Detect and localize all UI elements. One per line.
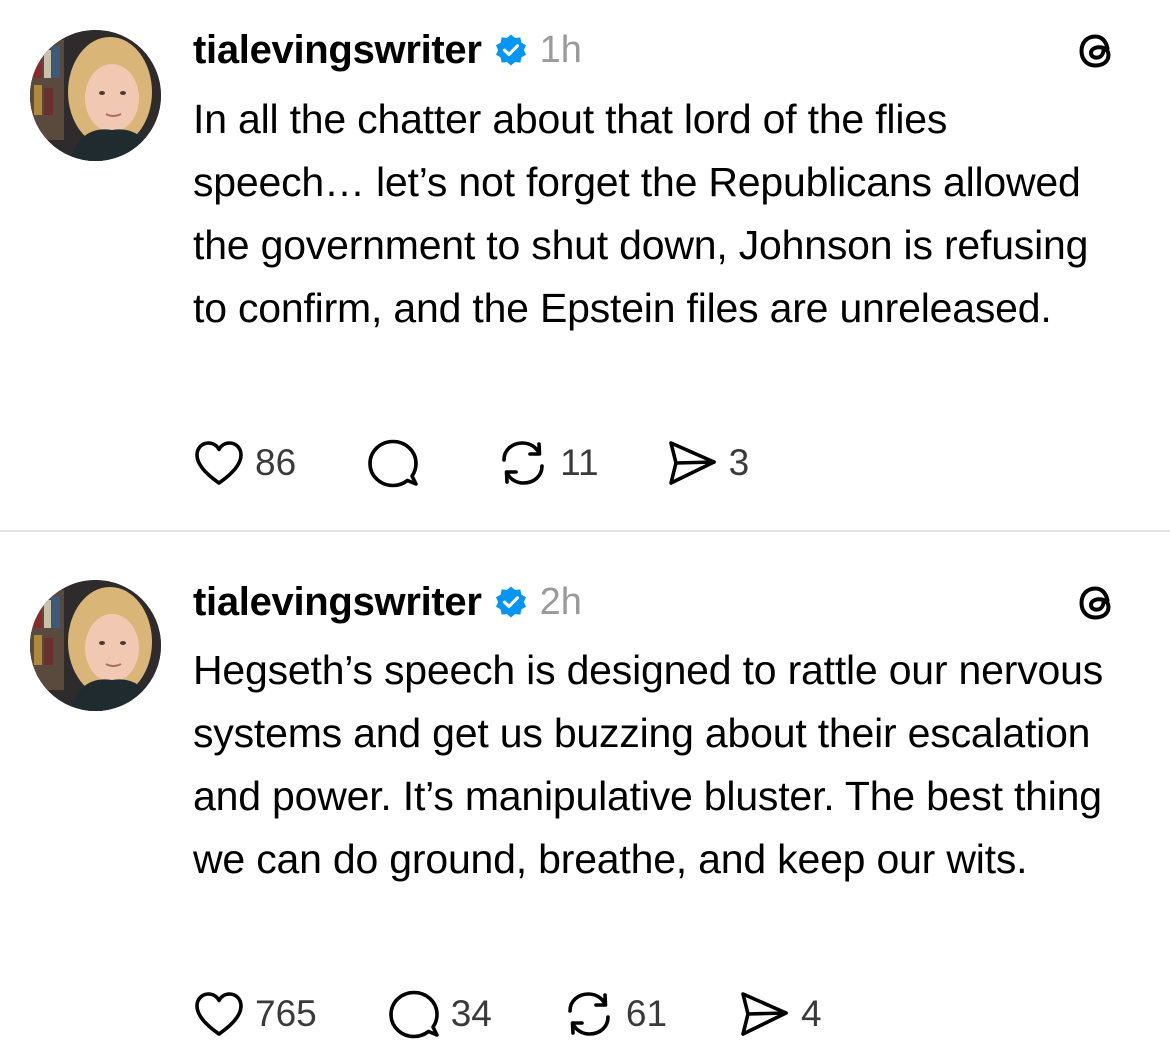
post-actions: 86 11 3: [193, 438, 749, 488]
post-header: tialevingswriter 2h: [193, 577, 582, 627]
repost-arrows-icon: [502, 441, 544, 485]
share-count: 3: [728, 442, 750, 483]
heart-icon: [195, 441, 243, 485]
avatar[interactable]: [30, 580, 161, 711]
post-text: In all the chatter about that lord of th…: [193, 96, 1089, 331]
comment-bubble-icon: [388, 990, 439, 1039]
avatar-photo: [30, 580, 161, 711]
post-actions: 765 34 61 4: [193, 989, 822, 1039]
thread-post: tialevingswriter 1h In all the chatter a…: [0, 0, 1170, 530]
share-button[interactable]: 3: [665, 438, 750, 488]
send-icon: [741, 992, 788, 1036]
username-link[interactable]: tialevingswriter: [193, 28, 482, 73]
send-icon: [668, 441, 716, 485]
reply-button[interactable]: 34: [387, 989, 492, 1039]
post-header: tialevingswriter 1h: [193, 25, 582, 75]
repost-button[interactable]: 61: [562, 989, 667, 1039]
share-button[interactable]: 4: [737, 989, 822, 1039]
post-text: Hegseth’s speech is designed to rattle o…: [193, 647, 1104, 882]
repost-count: 61: [625, 993, 668, 1034]
threads-logo-icon[interactable]: [1072, 26, 1122, 76]
comment-bubble-icon: [368, 439, 418, 488]
avatar[interactable]: [30, 30, 161, 161]
like-button[interactable]: 86: [193, 438, 296, 488]
share-count: 4: [801, 993, 822, 1034]
verified-badge-icon: [494, 585, 528, 619]
like-count: 765: [255, 993, 317, 1034]
thread-post: tialevingswriter 2h Hegseth’s speech is …: [0, 532, 1170, 1062]
repost-count: 11: [560, 442, 599, 483]
reply-button[interactable]: [366, 438, 430, 488]
username-link[interactable]: tialevingswriter: [193, 580, 482, 625]
like-count: 86: [255, 442, 297, 483]
repost-button[interactable]: 11: [496, 438, 599, 488]
heart-icon: [195, 992, 243, 1036]
post-timestamp: 2h: [539, 580, 582, 623]
avatar-photo: [30, 30, 161, 161]
like-button[interactable]: 765: [193, 989, 317, 1039]
threads-logo-icon[interactable]: [1072, 578, 1122, 628]
post-timestamp: 1h: [539, 28, 582, 71]
verified-badge-icon: [494, 33, 528, 67]
repost-arrows-icon: [568, 992, 610, 1036]
reply-count: 34: [450, 993, 492, 1034]
